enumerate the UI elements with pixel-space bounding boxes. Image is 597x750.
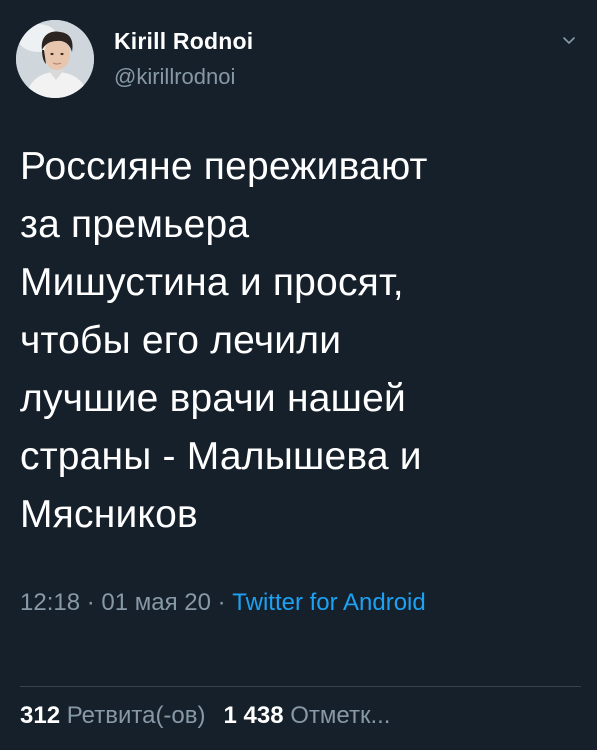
retweets-label: Ретвита(-ов) <box>66 702 206 729</box>
tweet-date[interactable]: 01 мая 20 <box>101 589 211 616</box>
user-handle[interactable]: @kirillrodnoi <box>114 64 235 90</box>
chevron-down-icon <box>563 37 575 44</box>
retweets-count: 312 <box>20 702 61 729</box>
tweet-meta: 12:18 · 01 мая 20 · Twitter for Android <box>20 582 580 624</box>
user-avatar-photo-icon <box>16 20 94 98</box>
meta-separator: · <box>210 589 233 616</box>
avatar[interactable] <box>16 20 94 98</box>
tweet-source-link[interactable]: Twitter for Android <box>232 589 425 616</box>
display-name[interactable]: Kirill Rodnoi <box>114 28 253 55</box>
tweet-time[interactable]: 12:18 <box>20 589 80 616</box>
tweet-text: Россияне переживают за премьера Мишустин… <box>20 145 428 536</box>
tweet-stats: 312 Ретвита(-ов) 1 438 Отметк... <box>20 700 390 732</box>
likes-stat[interactable]: 1 438 Отметк... <box>224 702 391 729</box>
retweets-stat[interactable]: 312 Ретвита(-ов) <box>20 702 206 729</box>
tweet-menu-button[interactable] <box>559 30 579 50</box>
likes-label: Отметк... <box>290 702 391 729</box>
divider <box>20 686 581 687</box>
tweet-card: Kirill Rodnoi @kirillrodnoi Россияне пер… <box>0 0 597 750</box>
likes-count: 1 438 <box>223 702 284 729</box>
meta-separator: · <box>80 589 102 616</box>
